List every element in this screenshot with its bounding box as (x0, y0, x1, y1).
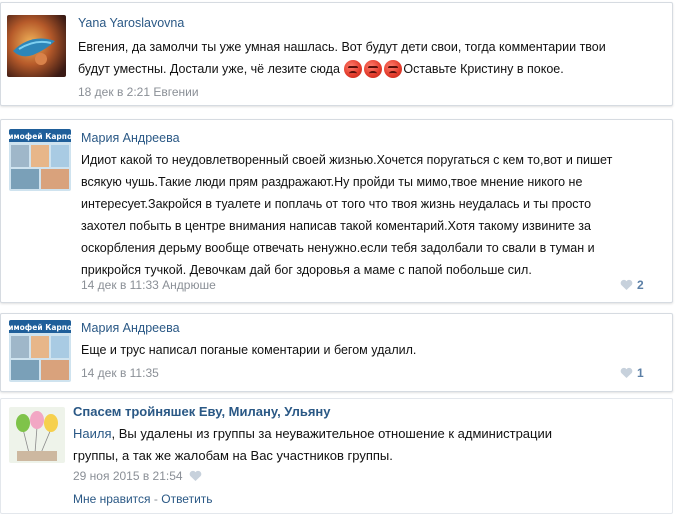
like-count: 1 (637, 366, 644, 380)
comment-card: Тимофей Карпов Мария Андреева Еще и трус… (0, 313, 673, 392)
mention-link[interactable]: Наиля (73, 426, 112, 441)
comment-card: Yana Yaroslavovna Евгения, да замолчи ты… (0, 2, 673, 106)
comment-meta: 14 дек в 11:33 Андрюше (81, 278, 216, 292)
angry-face-icon (344, 60, 363, 78)
notification-text-fragment: , Вы удалены из группы за неуважительное… (111, 426, 553, 441)
comment-author[interactable]: Yana Yaroslavovna (78, 16, 184, 30)
comment-meta: 14 дек в 11:35 (81, 366, 159, 380)
reply-to-link[interactable]: Андрюше (162, 278, 216, 292)
comment-date[interactable]: 14 дек в 11:35 (81, 366, 159, 380)
avatar-image (7, 15, 66, 77)
comment-text: Еще и трус написал поганые коментарии и … (81, 343, 417, 357)
separator: - (153, 492, 158, 506)
notification-meta: 29 ноя 2015 в 21:54 (73, 469, 202, 483)
avatar-image: Тимофей Карпов (9, 320, 71, 382)
comment-text-fragment: будут уместны. Достали уже, чё лезите сю… (78, 62, 340, 76)
notification-date[interactable]: 29 ноя 2015 в 21:54 (73, 469, 183, 483)
reply-to-link[interactable]: Евгении (153, 85, 198, 99)
avatar-caption: Тимофей Карпов (9, 323, 71, 332)
avatar[interactable] (7, 15, 66, 77)
comment-text-line: Идиот какой то неудовлетворенный своей ж… (81, 153, 613, 167)
comment-meta: 18 дек в 2:21 Евгении (78, 85, 199, 99)
comment-text-line: будут уместны. Достали уже, чё лезите сю… (78, 58, 606, 80)
comment-text: Евгения, да замолчи ты уже умная нашлась… (78, 36, 606, 80)
like-button[interactable]: 2 (620, 278, 644, 292)
notification-card: Спасем тройняшек Еву, Милану, Ульяну Наи… (0, 398, 673, 514)
heart-icon (620, 279, 633, 290)
heart-icon (620, 367, 633, 378)
notification-actions: Мне нравится - Ответить (73, 492, 213, 506)
comment-text-line: интересует.Закройся в туалете и поплачь … (81, 197, 592, 211)
angry-face-icon (384, 60, 403, 78)
reply-link[interactable]: Ответить (161, 492, 212, 506)
avatar-image (9, 407, 65, 463)
notification-text-line: группы, а так же жалобам на Вас участник… (73, 448, 393, 463)
avatar[interactable] (9, 407, 65, 463)
like-count: 2 (637, 278, 644, 292)
comment-text-line: Евгения, да замолчи ты уже умная нашлась… (78, 40, 606, 54)
notification-text: Наиля, Вы удалены из группы за неуважите… (73, 423, 552, 467)
comment-text: Идиот какой то неудовлетворенный своей ж… (81, 149, 612, 281)
comment-card: Тимофей Карпов Мария Андреева Идиот како… (0, 119, 673, 303)
like-button[interactable]: 1 (620, 366, 644, 380)
avatar[interactable]: Тимофей Карпов (9, 129, 71, 191)
comment-text-line: захотел побыть в центре внимания написав… (81, 219, 591, 233)
avatar-caption: Тимофей Карпов (9, 132, 71, 141)
comment-author[interactable]: Мария Андреева (81, 321, 180, 335)
comments-page: Yana Yaroslavovna Евгения, да замолчи ты… (0, 0, 675, 516)
comment-text-line: оскорбления дерьму вообще отвечать ненуж… (81, 241, 595, 255)
avatar-image: Тимофей Карпов (9, 129, 71, 191)
angry-face-icon (364, 60, 383, 78)
notification-text-line: Наиля, Вы удалены из группы за неуважите… (73, 423, 552, 445)
like-link[interactable]: Мне нравится (73, 492, 151, 506)
comment-date[interactable]: 18 дек в 2:21 (78, 85, 150, 99)
comment-text-fragment: Оставьте Кристину в покое. (403, 62, 564, 76)
heart-icon[interactable] (189, 470, 202, 482)
comment-date[interactable]: 14 дек в 11:33 (81, 278, 159, 292)
comment-text-line: всякую чушь.Такие люди прям раздражают.Н… (81, 175, 583, 189)
avatar[interactable]: Тимофей Карпов (9, 320, 71, 382)
group-title[interactable]: Спасем тройняшек Еву, Милану, Ульяну (73, 404, 331, 419)
comment-author[interactable]: Мария Андреева (81, 131, 180, 145)
